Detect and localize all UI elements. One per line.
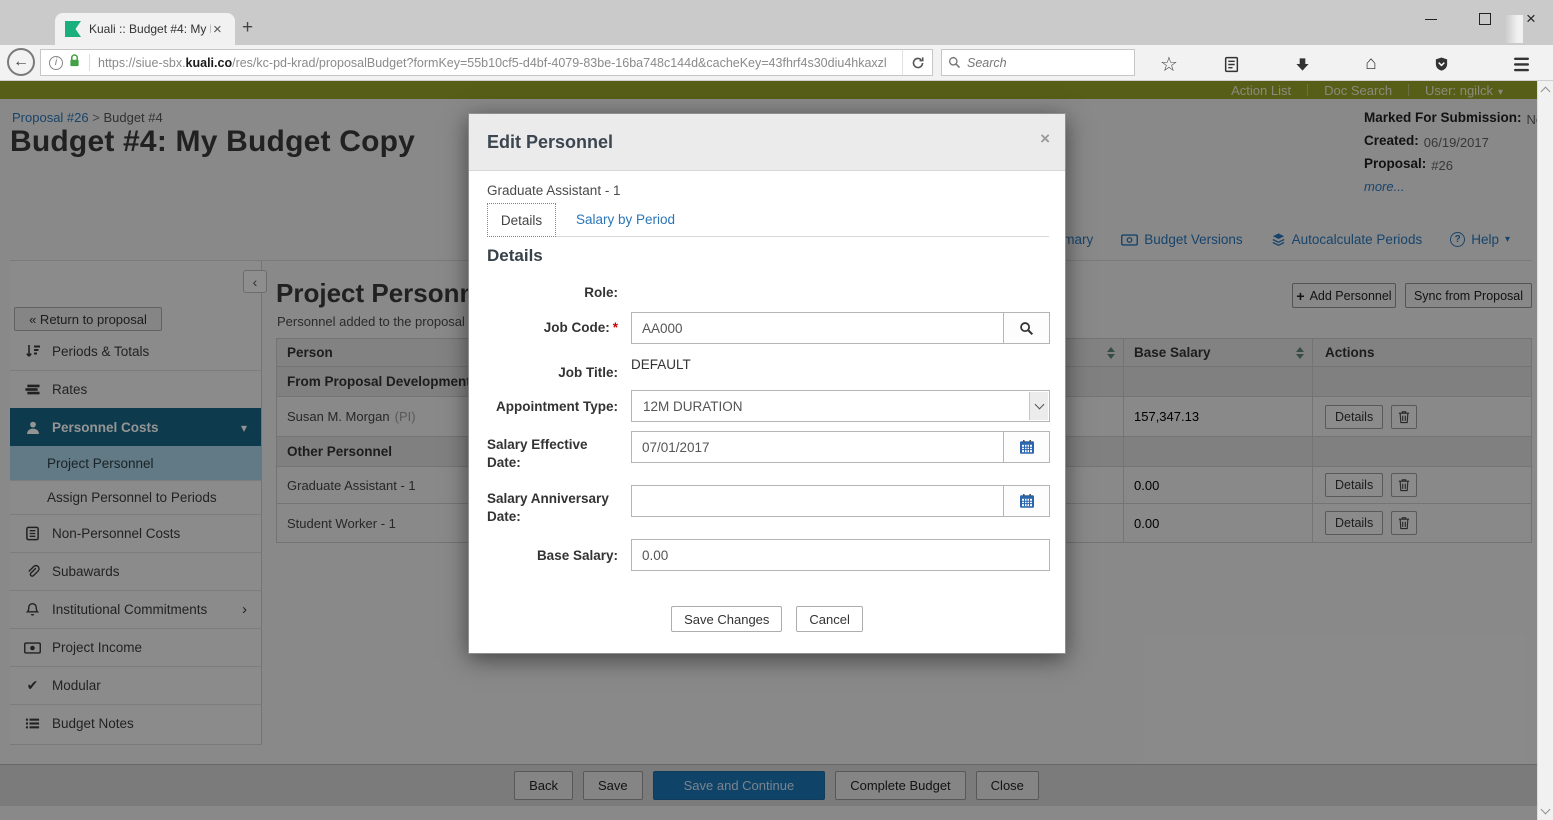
kuali-logo-icon: [65, 21, 81, 37]
dialog-subtitle: Graduate Assistant - 1: [487, 183, 621, 198]
base-salary-label: Base Salary:: [487, 547, 618, 565]
base-salary-input[interactable]: [631, 539, 1050, 571]
tab-salary-by-period[interactable]: Salary by Period: [576, 203, 675, 236]
dialog-header: Edit Personnel: [469, 114, 1065, 171]
salary-effective-date-input[interactable]: [631, 431, 1004, 463]
chevron-down-icon[interactable]: [1029, 392, 1048, 420]
url-separator: [89, 54, 90, 71]
cancel-button[interactable]: Cancel: [796, 606, 862, 632]
appointment-type-label: Appointment Type:: [487, 398, 618, 416]
dialog-tabs: Details Salary by Period: [487, 203, 1049, 237]
window-minimize-button[interactable]: [1414, 6, 1448, 32]
hamburger-menu-icon[interactable]: [1508, 52, 1534, 76]
bookmark-star-icon[interactable]: ☆: [1156, 52, 1182, 76]
downloads-icon[interactable]: [1289, 52, 1315, 76]
salary-anniversary-date-label: Salary Anniversary Date:: [487, 490, 618, 526]
reading-list-icon[interactable]: [1218, 52, 1244, 76]
search-box[interactable]: [941, 49, 1135, 76]
search-icon: [948, 56, 961, 69]
window-maximize-button[interactable]: [1468, 6, 1502, 32]
calendar-icon: [1019, 493, 1035, 509]
tab-details[interactable]: Details: [487, 203, 556, 237]
appointment-type-select[interactable]: 12M DURATION: [631, 390, 1050, 422]
home-icon[interactable]: ⌂: [1358, 52, 1384, 76]
salary-anniversary-date-picker-button[interactable]: [1003, 485, 1050, 517]
shield-icon[interactable]: [1428, 52, 1454, 76]
browser-tab[interactable]: Kuali :: Budget #4: My Budge ×: [55, 13, 235, 45]
url-text[interactable]: https://siue-sbx.kuali.co/res/kc-pd-krad…: [98, 56, 902, 70]
https-lock-icon: [69, 53, 81, 73]
tab-title: Kuali :: Budget #4: My Budge: [89, 22, 211, 36]
save-changes-button[interactable]: Save Changes: [671, 606, 782, 632]
job-title-label: Job Title:: [487, 364, 618, 382]
job-title-value: DEFAULT: [631, 357, 691, 372]
browser-titlebar: Kuali :: Budget #4: My Budge × + ×: [0, 0, 1553, 45]
url-bar[interactable]: i https://siue-sbx.kuali.co/res/kc-pd-kr…: [40, 49, 933, 76]
dialog-close-icon[interactable]: ×: [1040, 129, 1050, 149]
job-code-input[interactable]: [631, 312, 1004, 344]
screen: Kuali :: Budget #4: My Budge × + × ← i h…: [0, 0, 1553, 820]
scroll-down-icon[interactable]: [1541, 805, 1551, 815]
edit-personnel-dialog: Edit Personnel × Graduate Assistant - 1 …: [468, 113, 1066, 654]
dialog-buttons: Save Changes Cancel: [469, 606, 1065, 632]
page-scrollbar[interactable]: [1537, 81, 1553, 820]
reload-button[interactable]: [902, 50, 932, 75]
search-input[interactable]: [967, 56, 1107, 70]
salary-anniversary-date-input[interactable]: [631, 485, 1004, 517]
details-section-heading: Details: [487, 246, 543, 266]
back-button[interactable]: ←: [7, 48, 35, 76]
calendar-icon: [1019, 439, 1035, 455]
salary-effective-date-picker-button[interactable]: [1003, 431, 1050, 463]
job-code-label: Job Code:*: [487, 319, 618, 337]
browser-navbar: ← i https://siue-sbx.kuali.co/res/kc-pd-…: [0, 45, 1553, 81]
job-code-lookup-button[interactable]: [1003, 312, 1050, 344]
search-icon: [1019, 321, 1034, 336]
salary-effective-date-label: Salary Effective Date:: [487, 436, 618, 472]
dialog-title: Edit Personnel: [487, 132, 613, 153]
required-indicator: *: [613, 320, 618, 335]
new-tab-button[interactable]: +: [242, 17, 253, 39]
role-label: Role:: [487, 284, 618, 302]
tab-close-icon[interactable]: ×: [213, 22, 222, 37]
page-info-icon[interactable]: i: [49, 56, 63, 70]
window-close-button[interactable]: ×: [1514, 6, 1548, 32]
scroll-up-icon[interactable]: [1541, 87, 1551, 97]
